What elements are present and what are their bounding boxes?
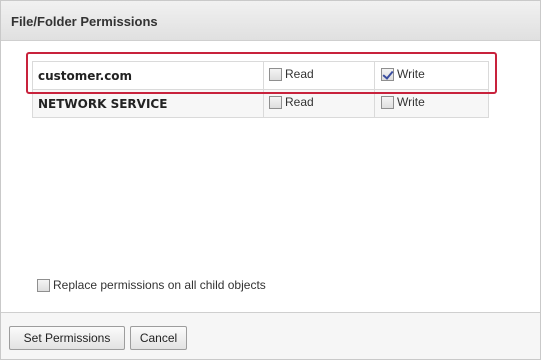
dialog-footer: Set Permissions Cancel (1, 312, 540, 359)
write-checkbox[interactable] (381, 67, 394, 81)
principal-cell: NETWORK SERVICE (32, 89, 264, 118)
replace-child-permissions-label: Replace permissions on all child objects (53, 278, 266, 292)
principal-cell: customer.com (32, 61, 264, 90)
write-cell: Write (374, 61, 489, 90)
read-option[interactable]: Read (269, 95, 314, 109)
permissions-table: customer.com Read Write NETWORK SERVICE (32, 61, 489, 118)
write-option[interactable]: Write (381, 67, 425, 81)
set-permissions-button[interactable]: Set Permissions (9, 326, 125, 350)
read-cell: Read (263, 89, 375, 118)
write-checkbox[interactable] (381, 95, 394, 109)
read-label: Read (285, 67, 314, 82)
read-cell: Read (263, 61, 375, 90)
write-label: Write (397, 95, 425, 110)
read-checkbox[interactable] (269, 95, 282, 109)
dialog-titlebar: File/Folder Permissions (1, 1, 540, 41)
cancel-button[interactable]: Cancel (130, 326, 187, 350)
read-option[interactable]: Read (269, 67, 314, 81)
write-label: Write (397, 67, 425, 82)
write-cell: Write (374, 89, 489, 118)
dialog-title: File/Folder Permissions (11, 14, 158, 29)
replace-child-permissions-option[interactable]: Replace permissions on all child objects (37, 278, 266, 292)
principal-name: NETWORK SERVICE (38, 96, 168, 111)
replace-child-permissions-checkbox[interactable] (37, 278, 50, 292)
read-checkbox[interactable] (269, 67, 282, 81)
permission-row: customer.com Read Write (32, 61, 489, 90)
read-label: Read (285, 95, 314, 110)
write-option[interactable]: Write (381, 95, 425, 109)
permission-row: NETWORK SERVICE Read Write (32, 89, 489, 118)
permissions-dialog: File/Folder Permissions customer.com Rea… (0, 0, 541, 360)
principal-name: customer.com (38, 68, 133, 83)
